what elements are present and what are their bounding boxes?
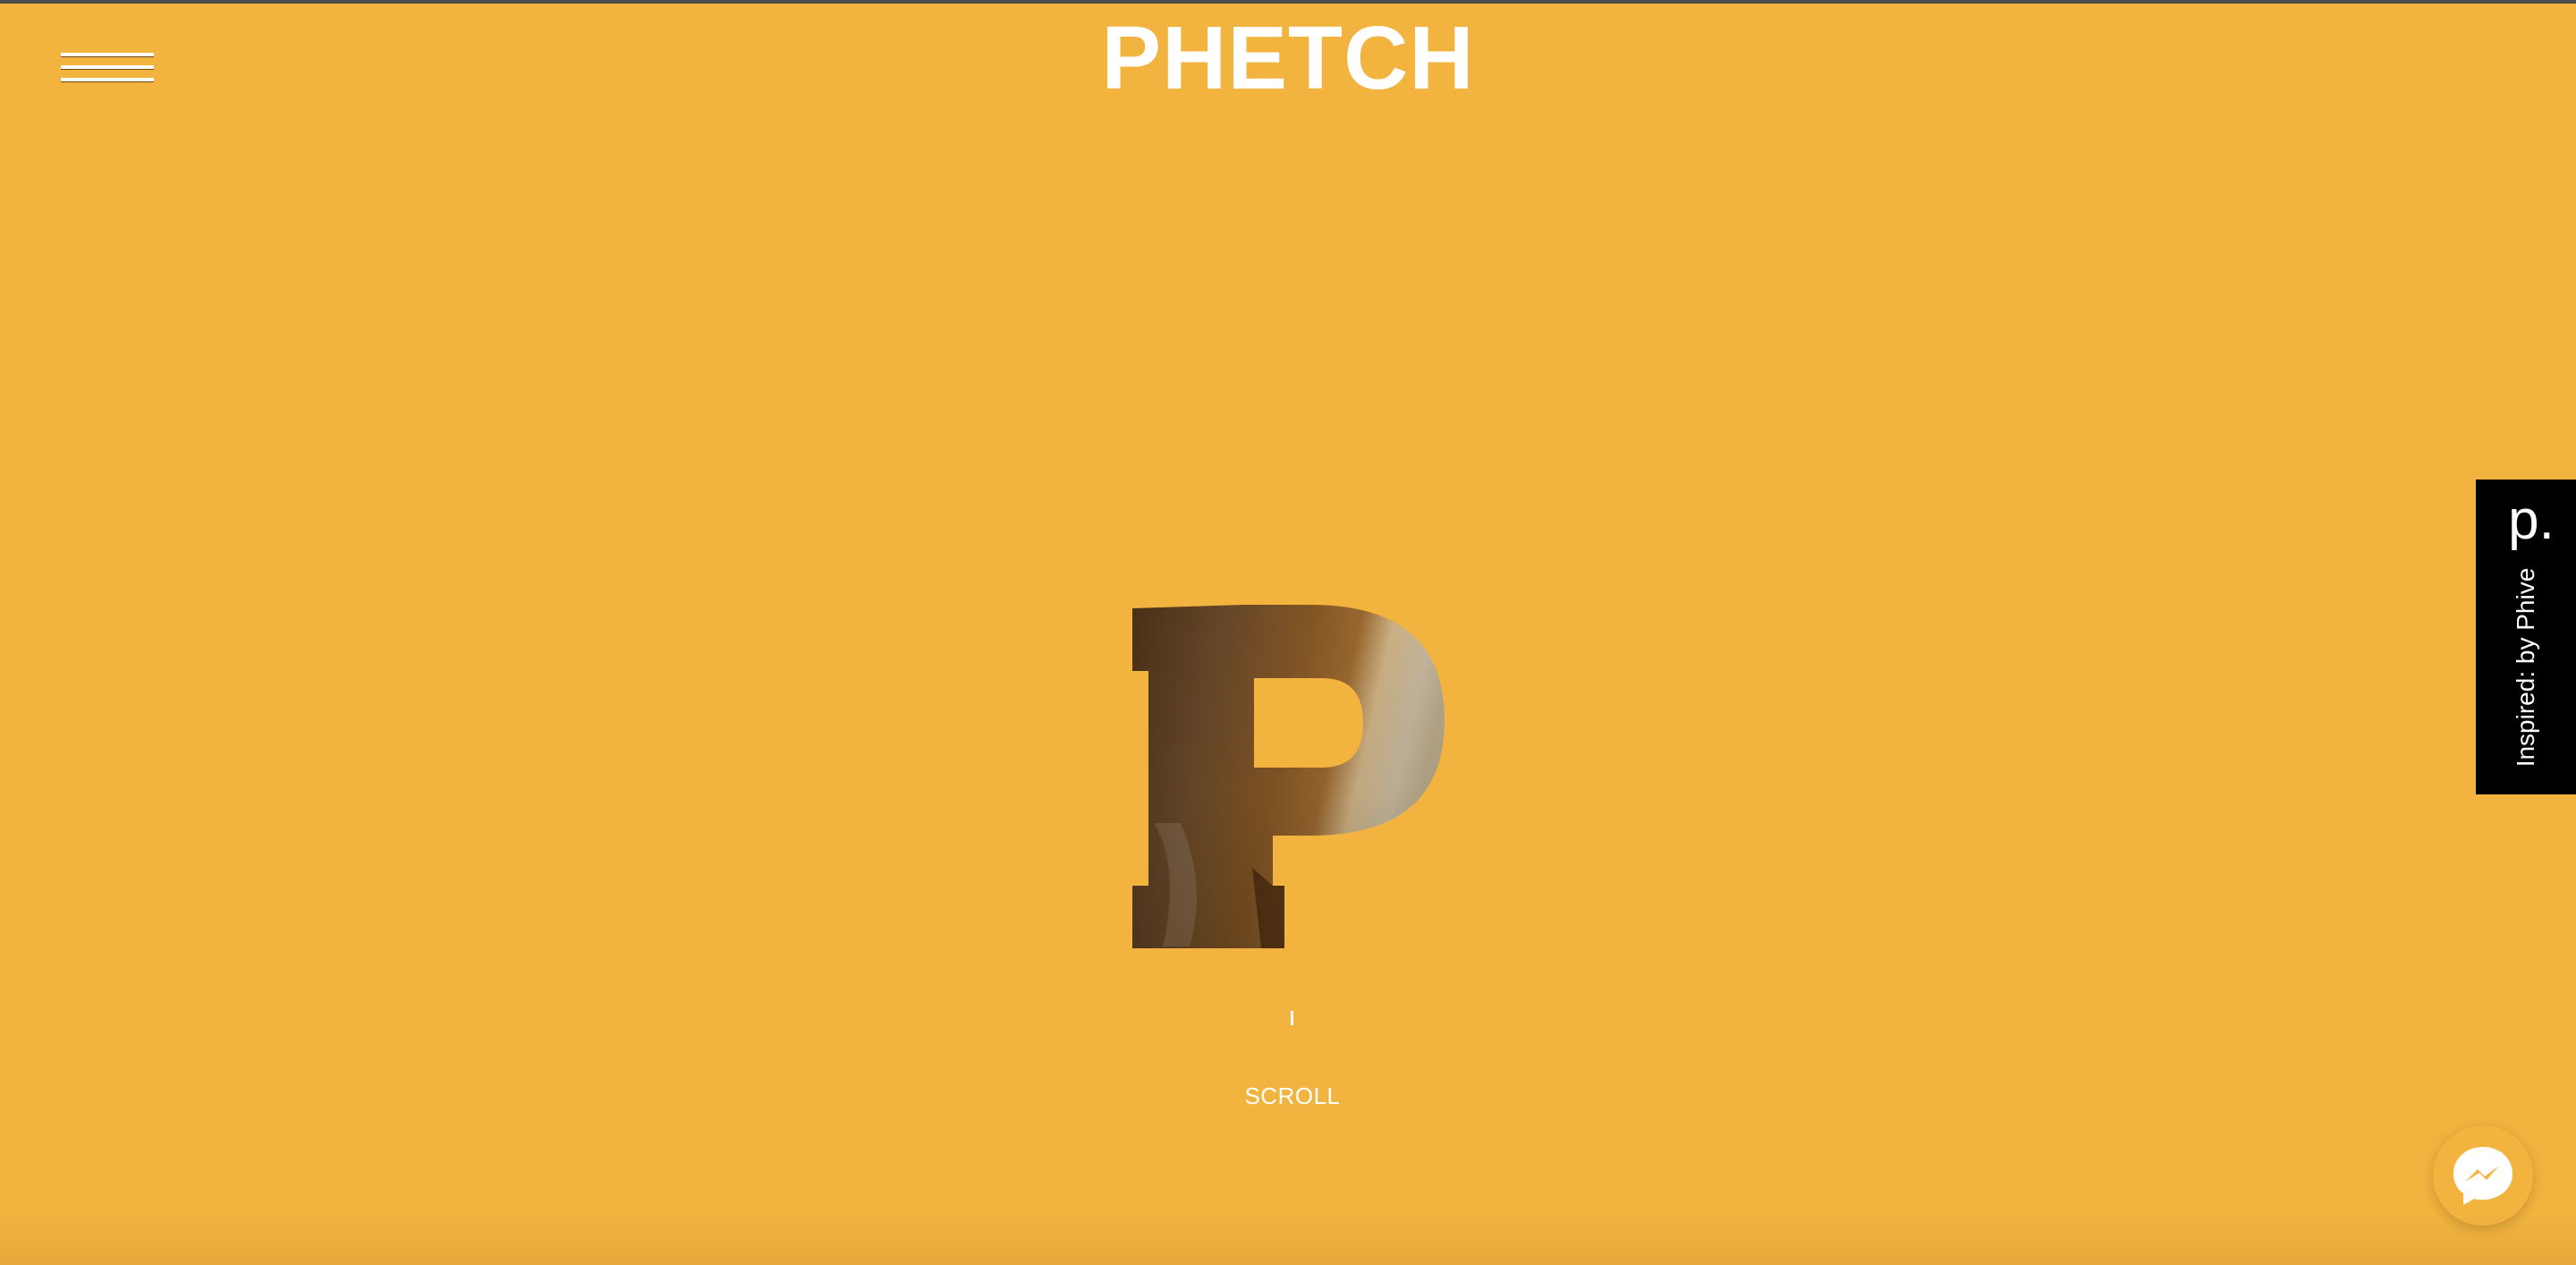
scroll-indicator-line: [1291, 1011, 1293, 1025]
site-title[interactable]: PHETCH: [1020, 9, 1556, 107]
hero-letter-p: [1127, 599, 1449, 957]
window-top-edge: [0, 0, 2576, 4]
bottom-shadow: [0, 1211, 2576, 1265]
scroll-label: SCROLL: [1244, 1082, 1341, 1109]
hamburger-menu-button[interactable]: [61, 48, 156, 88]
inspired-by-phive-tab[interactable]: p. Inspired: by Phive: [2476, 480, 2576, 794]
side-tab-text: Inspired: by Phive: [2512, 567, 2539, 768]
